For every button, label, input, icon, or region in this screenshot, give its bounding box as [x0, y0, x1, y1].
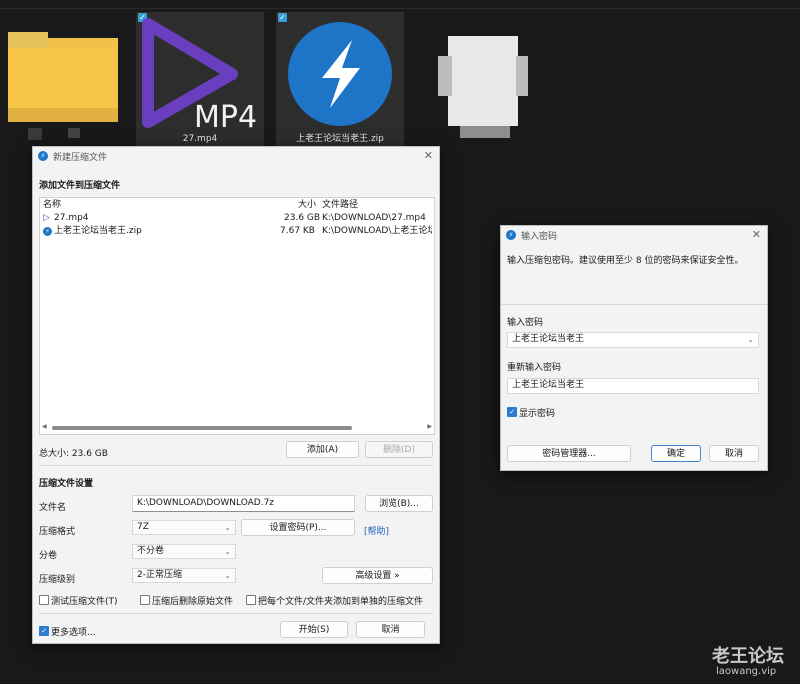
level-label: 压缩级别: [39, 575, 76, 585]
add-files-heading: 添加文件到压缩文件: [39, 181, 121, 191]
column-size[interactable]: 大小: [298, 199, 316, 211]
app-icon: ⚡: [506, 230, 516, 240]
column-path[interactable]: 文件路径: [322, 199, 358, 211]
file-size: 23.6 GB: [284, 213, 321, 223]
format-value: 7Z: [137, 522, 149, 532]
password-title: 输入密码: [521, 232, 558, 242]
password-cancel-button[interactable]: 取消: [709, 445, 759, 462]
chevron-down-icon: ⌄: [224, 523, 231, 532]
desktop-blurred-tile[interactable]: [420, 12, 548, 148]
video-file-icon: ▷: [43, 213, 50, 223]
more-options-label[interactable]: 更多选项...: [51, 625, 96, 638]
file-size: 7.67 KB: [280, 226, 315, 236]
chevron-down-icon: ⌄: [224, 547, 231, 556]
help-link[interactable]: [帮助]: [364, 524, 389, 537]
separate-archives-checkbox[interactable]: [246, 595, 256, 605]
ok-button[interactable]: 确定: [651, 445, 701, 462]
close-icon[interactable]: ✕: [752, 228, 761, 241]
archive-titlebar[interactable]: ⚡ 新建压缩文件 ✕: [33, 147, 439, 165]
set-password-button[interactable]: 设置密码(P)...: [241, 519, 355, 536]
tile-caption-mp4: 27.mp4: [182, 134, 218, 144]
password-manager-button[interactable]: 密码管理器...: [507, 445, 631, 462]
start-button[interactable]: 开始(S): [280, 621, 348, 638]
split-value: 不分卷: [137, 546, 165, 556]
browse-button[interactable]: 浏览(B)...: [365, 495, 433, 512]
password-input[interactable]: 上老王论坛当老王 ⌄: [507, 332, 759, 348]
password-description: 输入压缩包密码。建议使用至少 8 位的密码来保证安全性。: [507, 256, 744, 266]
archive-title: 新建压缩文件: [53, 153, 108, 163]
format-label: 压缩格式: [39, 527, 76, 537]
file-path: K:\DOWNLOAD\上老王论坛: [322, 226, 432, 236]
file-name: 27.mp4: [54, 213, 89, 223]
file-list-header: 名称 大小 文件路径: [40, 199, 434, 211]
delete-source-label[interactable]: 压缩后删除原始文件: [152, 594, 233, 607]
pixelated-folder-icon: [8, 32, 126, 144]
more-options-checkbox[interactable]: ✓: [39, 626, 49, 636]
new-archive-dialog: ⚡ 新建压缩文件 ✕ 添加文件到压缩文件 名称 大小 文件路径 ▷ 27.mp4…: [32, 146, 440, 644]
delete-button[interactable]: 删除(D): [365, 441, 433, 458]
advanced-settings-button[interactable]: 高级设置 »: [322, 567, 433, 584]
scroll-right-icon[interactable]: ▶: [427, 423, 432, 430]
zip-file-icon: [288, 22, 392, 126]
separate-archives-label[interactable]: 把每个文件/文件夹添加到单独的压缩文件: [258, 594, 423, 607]
level-value: 2-正常压缩: [137, 570, 182, 580]
close-icon[interactable]: ✕: [424, 149, 433, 162]
show-password-checkbox[interactable]: ✓: [507, 407, 517, 417]
desktop-divider: [0, 8, 800, 9]
tile-caption-zip: 上老王论坛当老王.zip: [296, 134, 384, 144]
confirm-password-label: 重新输入密码: [507, 363, 562, 373]
password-dialog: ⚡ 输入密码 ✕ 输入压缩包密码。建议使用至少 8 位的密码来保证安全性。 输入…: [500, 225, 768, 471]
file-name: 上老王论坛当老王.zip: [54, 226, 142, 236]
filename-input[interactable]: K:\DOWNLOAD\DOWNLOAD.7z: [132, 495, 355, 512]
show-password-label[interactable]: 显示密码: [519, 406, 555, 419]
level-select[interactable]: 2-正常压缩 ⌄: [132, 568, 236, 583]
confirm-password-input[interactable]: 上老王论坛当老王: [507, 378, 759, 394]
file-row[interactable]: ▷ 27.mp4 23.6 GB K:\DOWNLOAD\27.mp4: [40, 212, 434, 224]
total-size: 总大小: 23.6 GB: [39, 449, 108, 459]
password-value: 上老王论坛当老王: [512, 334, 585, 344]
test-archive-label[interactable]: 测试压缩文件(T): [51, 594, 118, 607]
column-name[interactable]: 名称: [43, 199, 61, 211]
scroll-left-icon[interactable]: ◀: [42, 423, 47, 430]
settings-heading: 压缩文件设置: [39, 479, 94, 489]
watermark-title: 老王论坛: [712, 646, 784, 667]
desktop-zip-tile[interactable]: ✓ 上老王论坛当老王.zip: [276, 12, 404, 148]
format-select[interactable]: 7Z ⌄: [132, 520, 236, 535]
mp4-badge: MP4: [194, 100, 258, 135]
pixelated-file-icon: [430, 26, 530, 146]
password-label: 输入密码: [507, 318, 544, 328]
desktop-mp4-tile[interactable]: ✓ MP4 27.mp4: [136, 12, 264, 148]
horizontal-scrollbar[interactable]: ◀ ▶: [42, 423, 432, 432]
file-path: K:\DOWNLOAD\27.mp4: [322, 213, 426, 223]
cancel-button[interactable]: 取消: [356, 621, 425, 638]
filename-label: 文件名: [39, 503, 67, 513]
split-label: 分卷: [39, 551, 58, 561]
watermark-url: laowang.vip: [716, 666, 777, 677]
desktop-folder-tile[interactable]: [2, 12, 130, 148]
split-select[interactable]: 不分卷 ⌄: [132, 544, 236, 559]
add-button[interactable]: 添加(A): [286, 441, 359, 458]
delete-source-checkbox[interactable]: [140, 595, 150, 605]
divider: [39, 613, 433, 614]
password-titlebar[interactable]: ⚡ 输入密码 ✕: [501, 226, 767, 244]
chevron-down-icon[interactable]: ⌄: [747, 333, 754, 346]
test-archive-checkbox[interactable]: [39, 595, 49, 605]
file-list[interactable]: 名称 大小 文件路径 ▷ 27.mp4 23.6 GB K:\DOWNLOAD\…: [39, 197, 435, 435]
chevron-down-icon: ⌄: [224, 571, 231, 580]
scrollbar-thumb[interactable]: [52, 426, 352, 430]
divider: [39, 465, 433, 466]
app-icon: ⚡: [38, 151, 48, 161]
confirm-password-value: 上老王论坛当老王: [512, 380, 585, 390]
divider: [501, 304, 767, 305]
zip-file-icon: ⚡: [43, 227, 52, 236]
file-row[interactable]: ⚡ 上老王论坛当老王.zip 7.67 KB K:\DOWNLOAD\上老王论坛: [40, 225, 434, 237]
